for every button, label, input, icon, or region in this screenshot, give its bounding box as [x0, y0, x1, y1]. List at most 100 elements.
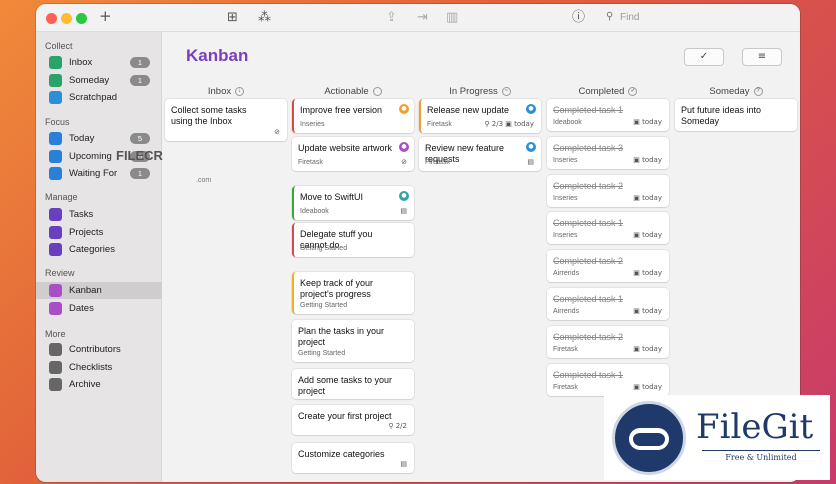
page-title: Kanban: [186, 46, 249, 65]
task-card[interactable]: Put future ideas into Someday: [675, 99, 797, 131]
sidebar-item-today[interactable]: Today 5: [36, 130, 162, 147]
task-card[interactable]: Review new feature requests Firetask ▤ ●: [419, 137, 541, 171]
sidebar-item-someday[interactable]: Someday 1: [36, 72, 162, 89]
task-card[interactable]: Update website artwork Firetask ⊘ ●: [292, 137, 414, 171]
task-card[interactable]: Release new update Firetask ⚲ 2/3 ▣ today ●: [419, 99, 541, 133]
task-project: Firetask: [298, 159, 323, 166]
sidebar-item-waiting-for[interactable]: Waiting For 1: [36, 165, 162, 182]
task-meta: ▤: [400, 207, 407, 215]
move-icon[interactable]: ⇥: [417, 10, 428, 26]
task-project: Inseries: [300, 121, 325, 128]
task-card[interactable]: Completed task 2 Firetask ▣ today: [547, 326, 669, 358]
trash-icon[interactable]: ▥: [446, 10, 458, 26]
count-badge: 1: [130, 57, 150, 68]
task-card[interactable]: Completed task 1 Airrends ▣ today: [547, 288, 669, 320]
task-card[interactable]: Completed task 3 Inseries ▣ today: [547, 137, 669, 169]
show-completed-button[interactable]: ✓: [684, 48, 724, 66]
zoom-button[interactable]: [76, 13, 87, 24]
someday-icon: [49, 73, 62, 87]
sidebar-item-projects[interactable]: Projects: [36, 224, 162, 241]
search-field[interactable]: ⚲ Find: [600, 9, 795, 27]
task-card[interactable]: Completed task 1 Firetask ▣ today: [547, 364, 669, 396]
sidebar-section-title: Collect: [45, 41, 73, 51]
column-title: In Progress: [449, 86, 498, 97]
task-title: Improve free version: [300, 105, 383, 115]
task-title: Customize categories: [298, 449, 385, 459]
checklists-icon: [49, 360, 62, 374]
task-project: Inseries: [553, 195, 578, 202]
quick-entry-icon[interactable]: ⁂: [258, 10, 271, 26]
minimize-button[interactable]: [61, 13, 72, 24]
task-title: Completed task 1: [553, 105, 624, 115]
column-header-in-progress: In Progress ~: [419, 86, 541, 98]
close-button[interactable]: [46, 13, 57, 24]
actionable-icon: [372, 86, 382, 96]
task-card[interactable]: Plan the tasks in your project Getting St…: [292, 320, 414, 362]
task-meta: ▣ today: [633, 269, 662, 277]
task-title: Completed task 1: [553, 370, 624, 380]
scratchpad-icon: [49, 91, 62, 104]
sidebar-item-label: Today: [69, 133, 95, 144]
upcoming-icon: [49, 149, 62, 163]
someday-icon: ?: [753, 86, 763, 96]
task-card[interactable]: Improve free version Inseries ●: [292, 99, 414, 133]
sidebar-item-checklists[interactable]: Checklists: [36, 359, 162, 376]
task-card[interactable]: Completed task 1 Inseries ▣ today: [547, 212, 669, 244]
in-progress-icon: ~: [501, 86, 511, 96]
sidebar-item-dates[interactable]: Dates: [36, 300, 162, 317]
task-project: Inseries: [553, 232, 578, 239]
task-card[interactable]: Delegate stuff you cannot do Getting Star…: [292, 223, 414, 257]
count-badge: 1: [130, 74, 150, 86]
share-icon[interactable]: ⇪: [386, 10, 397, 26]
archive-icon: [49, 378, 62, 391]
sidebar-item-tasks[interactable]: Tasks: [36, 206, 162, 223]
task-project: Airrends: [553, 270, 580, 277]
completed-icon: ✓: [628, 86, 638, 96]
contributor-avatar-icon: ●: [399, 104, 409, 114]
search-icon: ⚲: [606, 11, 614, 22]
sidebar-item-label: Categories: [69, 244, 115, 255]
column-header-actionable: Actionable: [292, 86, 414, 98]
sidebar-item-inbox[interactable]: Inbox 1: [36, 54, 162, 71]
sidebar-item-scratchpad[interactable]: Scratchpad: [36, 89, 162, 106]
sidebar-item-label: Upcoming: [69, 150, 112, 162]
task-card[interactable]: Create your first project ⚲ 2/2: [292, 405, 414, 435]
info-icon[interactable]: ⓘ: [572, 10, 585, 26]
task-meta: ▣ today: [633, 231, 662, 239]
task-card[interactable]: Completed task 2 Airrends ▣ today: [547, 250, 669, 282]
task-card[interactable]: Completed task 1 Ideabook ▣ today: [547, 99, 669, 131]
task-card[interactable]: Customize categories ▤: [292, 443, 414, 473]
contributor-avatar-icon: ●: [399, 142, 409, 152]
task-card[interactable]: Keep track of your project's progress Get…: [292, 272, 414, 314]
task-card[interactable]: Collect some tasks using the Inbox ⊘: [165, 99, 287, 141]
task-project: Firetask: [427, 121, 452, 128]
task-title: Create your first project: [298, 411, 392, 421]
filecr-watermark: FILECR: [116, 148, 163, 163]
sidebar-item-categories[interactable]: Categories: [36, 241, 162, 258]
column-header-completed: Completed ✓: [547, 86, 669, 98]
add-icon[interactable]: +: [99, 8, 112, 24]
filegit-tagline: Free & Unlimited: [702, 450, 820, 462]
filecr-watermark-sub: .com: [196, 177, 212, 184]
sidebar-item-label: Tasks: [69, 209, 94, 220]
sidebar-item-label: Scratchpad: [69, 92, 118, 103]
column-title: Completed: [578, 86, 625, 97]
sidebar-item-label: Contributors: [69, 344, 121, 355]
task-meta: ▣ today: [633, 194, 662, 202]
filter-button[interactable]: ≡: [742, 48, 782, 66]
task-title: Completed task 2: [553, 332, 624, 342]
sidebar-section-title: Focus: [45, 117, 70, 127]
task-meta: ⊘: [274, 128, 280, 136]
sidebar-item-kanban[interactable]: Kanban: [36, 282, 162, 299]
task-meta: ⚲ 2/2: [388, 422, 407, 430]
sidebar-item-label: Archive: [69, 379, 101, 390]
task-card[interactable]: Add some tasks to your project: [292, 369, 414, 399]
sidebar-item-contributors[interactable]: Contributors: [36, 341, 162, 358]
count-badge: 5: [130, 133, 150, 144]
sidebar-toggle-icon[interactable]: ⊞: [227, 10, 238, 26]
task-title: Completed task 1: [553, 294, 624, 304]
task-card[interactable]: Completed task 2 Inseries ▣ today: [547, 175, 669, 207]
task-card[interactable]: Move to SwiftUI Ideabook ▤ ●: [292, 186, 414, 220]
task-meta: ▣ today: [633, 118, 662, 126]
sidebar-item-archive[interactable]: Archive: [36, 376, 162, 393]
